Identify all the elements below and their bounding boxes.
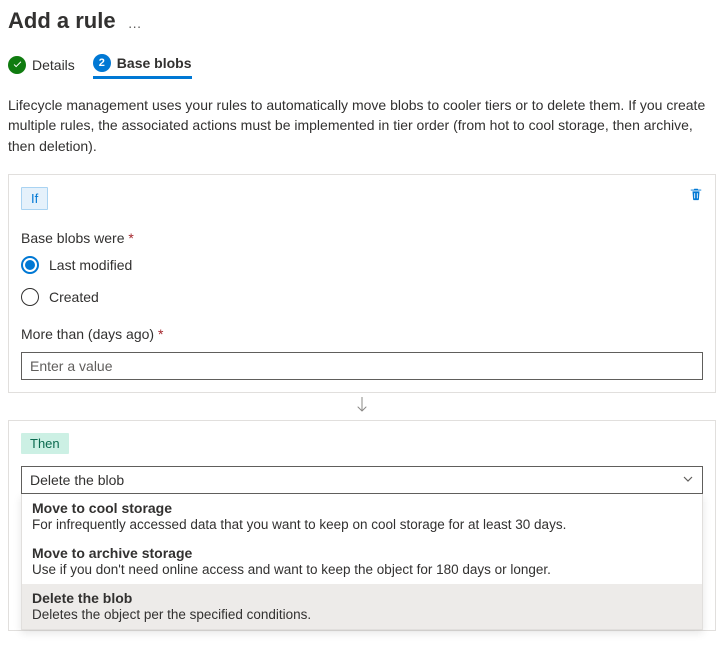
option-move-cool[interactable]: Move to cool storage For infrequently ac… [22,494,702,539]
radio-created-label: Created [49,289,99,305]
action-dropdown: Delete the blob Move to cool storage For… [21,466,703,630]
option-title: Move to archive storage [32,545,692,561]
option-title: Move to cool storage [32,500,692,516]
if-block: If Base blobs were * Last modified Creat… [8,174,716,393]
option-delete-blob[interactable]: Delete the blob Deletes the object per t… [22,584,702,629]
check-icon [8,56,26,74]
then-block: Then Delete the blob Move to cool storag… [8,420,716,631]
radio-button-icon[interactable] [21,288,39,306]
more-menu-icon[interactable]: … [128,11,143,31]
option-title: Delete the blob [32,590,692,606]
if-tag: If [21,187,48,210]
delete-icon[interactable] [689,187,703,204]
action-dropdown-options: Move to cool storage For infrequently ac… [21,494,703,630]
action-selected-value: Delete the blob [30,472,124,488]
option-move-archive[interactable]: Move to archive storage Use if you don't… [22,539,702,584]
chevron-down-icon [682,472,694,488]
more-than-input[interactable] [21,352,703,380]
option-desc: Deletes the object per the specified con… [32,607,692,622]
base-blobs-were-label: Base blobs were * [21,230,703,246]
wizard-steps: Details 2 Base blobs [8,54,716,79]
step-details-label: Details [32,57,75,73]
step-details[interactable]: Details [8,54,75,79]
option-desc: For infrequently accessed data that you … [32,517,692,532]
then-tag: Then [21,433,69,454]
more-than-label: More than (days ago) * [21,326,703,342]
arrow-down-icon [8,393,716,420]
step-base-blobs-label: Base blobs [117,55,192,71]
action-dropdown-select[interactable]: Delete the blob [21,466,703,494]
option-desc: Use if you don't need online access and … [32,562,692,577]
intro-text: Lifecycle management uses your rules to … [8,95,716,156]
step-base-blobs[interactable]: 2 Base blobs [93,54,192,79]
step-number-icon: 2 [93,54,111,72]
radio-created[interactable]: Created [21,288,703,306]
radio-last-modified-label: Last modified [49,257,132,273]
page-title: Add a rule [8,8,116,34]
radio-button-icon[interactable] [21,256,39,274]
radio-last-modified[interactable]: Last modified [21,256,703,274]
